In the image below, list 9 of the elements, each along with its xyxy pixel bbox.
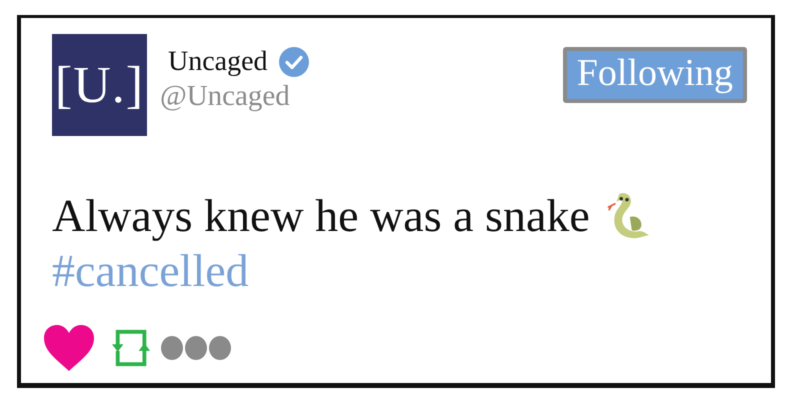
avatar: [U.]	[52, 34, 147, 136]
tweet-text: Always knew he was a snake	[52, 189, 590, 243]
author-handle: @Uncaged	[160, 80, 291, 113]
following-button[interactable]: Following	[562, 47, 747, 103]
hashtag-link[interactable]: #cancelled	[52, 243, 249, 298]
retweet-icon[interactable]	[112, 328, 152, 368]
heart-icon[interactable]	[42, 323, 96, 373]
author-name: Uncaged	[168, 46, 268, 78]
more-icon[interactable]	[160, 335, 232, 361]
